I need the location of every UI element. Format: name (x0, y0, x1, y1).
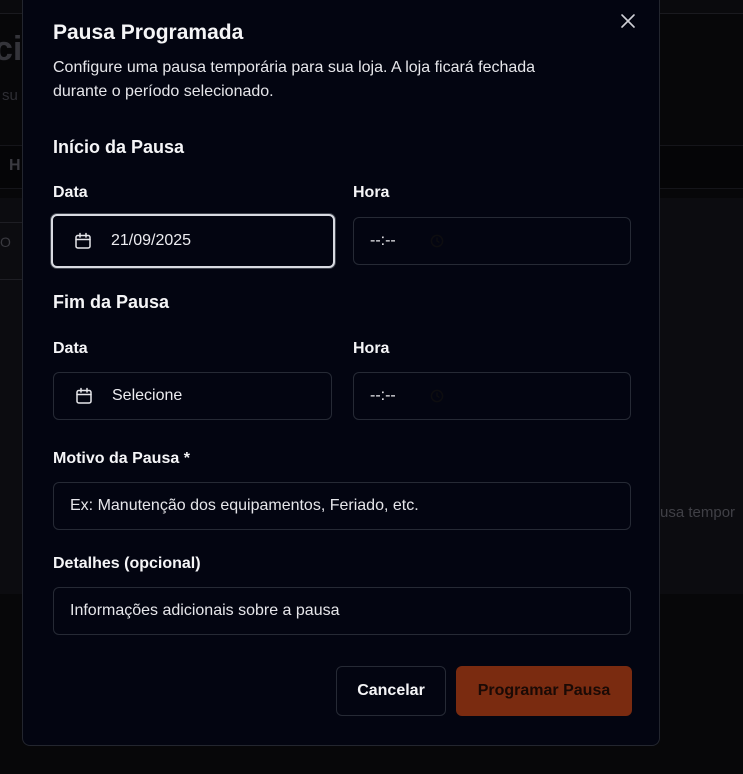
reason-input[interactable]: Ex: Manutenção dos equipamentos, Feriado… (53, 482, 631, 530)
close-icon (621, 14, 635, 28)
start-time-input[interactable]: --:-- (353, 217, 631, 265)
clock-icon (430, 389, 444, 403)
close-button[interactable] (619, 12, 637, 30)
details-label: Detalhes (opcional) (53, 555, 201, 572)
start-date-value: 21/09/2025 (111, 232, 192, 249)
dialog-title: Pausa Programada (53, 21, 244, 44)
background-subtitle: su (2, 87, 18, 104)
cancel-button[interactable]: Cancelar (336, 666, 446, 716)
end-date-value: Selecione (112, 387, 183, 404)
background-cell-text: O (0, 234, 11, 250)
schedule-pause-dialog: Pausa Programada Configure uma pausa tem… (22, 0, 660, 746)
start-date-picker[interactable]: 21/09/2025 (51, 214, 335, 268)
background-tab: H (9, 157, 21, 174)
end-date-label: Data (53, 340, 88, 357)
background-title: ci (0, 30, 23, 68)
start-time-value: --:-- (370, 232, 396, 249)
end-time-value: --:-- (370, 387, 396, 404)
start-date-label: Data (53, 184, 88, 201)
calendar-icon (76, 387, 92, 404)
details-placeholder: Informações adicionais sobre a pausa (70, 602, 340, 619)
start-time-label: Hora (353, 184, 390, 201)
background-right-text: usa tempor (660, 504, 736, 521)
schedule-pause-button[interactable]: Programar Pausa (456, 666, 632, 716)
clock-icon (430, 234, 444, 248)
start-section-title: Início da Pausa (53, 137, 185, 157)
background-cell (0, 222, 23, 280)
end-time-label: Hora (353, 340, 390, 357)
end-date-picker[interactable]: Selecione (53, 372, 332, 420)
details-input[interactable]: Informações adicionais sobre a pausa (53, 587, 631, 635)
calendar-icon (75, 232, 91, 249)
end-section-title: Fim da Pausa (53, 292, 170, 312)
reason-label: Motivo da Pausa * (53, 450, 190, 467)
reason-placeholder: Ex: Manutenção dos equipamentos, Feriado… (70, 497, 419, 514)
dialog-description: Configure uma pausa temporária para sua … (53, 59, 536, 100)
end-time-input[interactable]: --:-- (353, 372, 631, 420)
